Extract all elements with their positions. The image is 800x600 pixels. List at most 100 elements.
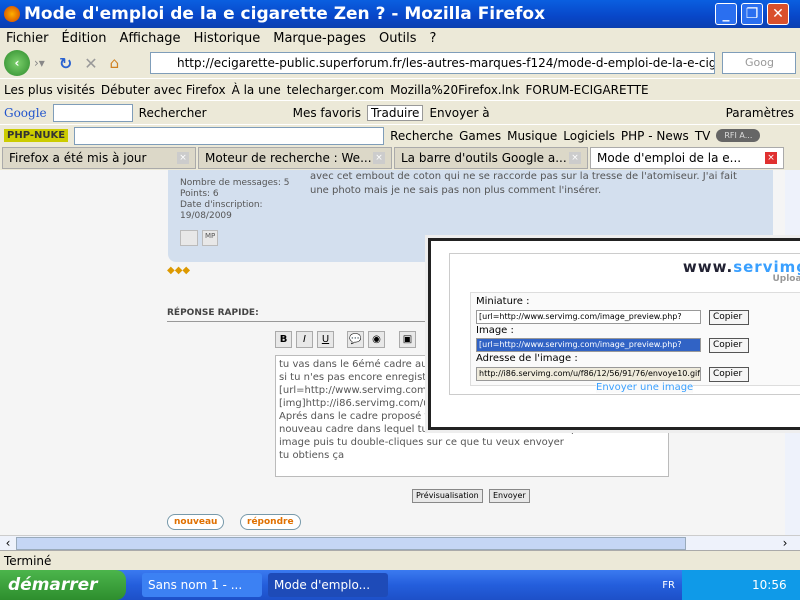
servimg-popup: www.servimg Upload Miniature : [url=http…: [428, 238, 800, 430]
taskbar: démarrer Sans nom 1 - ... Mode d'emplo..…: [0, 570, 800, 600]
phpnuke-search-input[interactable]: [74, 126, 385, 145]
scroll-thumb[interactable]: [16, 536, 686, 550]
menu-marque-pages[interactable]: Marque-pages: [273, 31, 366, 46]
quote-button[interactable]: 💬: [347, 331, 364, 348]
post-line: avec cet embout de coton qui ne se racco…: [310, 171, 737, 182]
php-musique[interactable]: Musique: [507, 129, 557, 143]
menu-edition[interactable]: Édition: [62, 31, 107, 46]
radio-player[interactable]: RFI A...: [716, 129, 761, 142]
language-indicator[interactable]: FR: [662, 580, 675, 591]
search-placeholder: Goog: [745, 56, 774, 69]
php-news[interactable]: PHP - News: [621, 129, 689, 143]
copy-image-button[interactable]: Copier: [709, 338, 749, 353]
reply-line: tu obtiens ça: [279, 450, 345, 461]
phpnuke-logo: PHP-NUKE: [4, 129, 69, 142]
bookmark-getting-started[interactable]: Débuter avec Firefox: [101, 83, 226, 97]
horizontal-scrollbar[interactable]: ‹ ›: [0, 535, 800, 550]
close-tab-icon[interactable]: ×: [177, 152, 189, 164]
system-tray: 10:56: [682, 570, 800, 600]
bookmark-news[interactable]: À la une: [232, 83, 281, 97]
status-text: Terminé: [4, 553, 52, 568]
tab-search-engine[interactable]: Moteur de recherche : We... ×: [198, 147, 392, 169]
tab-bar: Firefox a été mis à jour × Moteur de rech…: [0, 146, 800, 170]
status-bar: Terminé: [0, 550, 800, 570]
quick-reply-title: RÉPONSE RAPIDE:: [167, 308, 467, 322]
image-field[interactable]: [url=http://www.servimg.com/image_previe…: [476, 338, 701, 352]
php-games[interactable]: Games: [459, 129, 501, 143]
taskbar-item-sans-nom[interactable]: Sans nom 1 - ...: [142, 573, 262, 597]
code-button[interactable]: ◉: [368, 331, 385, 348]
stop-button[interactable]: ✕: [84, 54, 97, 73]
image-label: Image :: [476, 325, 514, 336]
menu-affichage[interactable]: Affichage: [119, 31, 180, 46]
navigation-arrows-icon[interactable]: ◆◆◆: [167, 265, 190, 276]
clock: 10:56: [752, 578, 787, 592]
preview-button[interactable]: Prévisualisation: [412, 489, 483, 503]
reply-button[interactable]: répondre: [240, 514, 301, 530]
scroll-left-icon[interactable]: ‹: [0, 536, 16, 550]
google-search-button[interactable]: Rechercher: [139, 106, 207, 120]
minimize-button[interactable]: _: [715, 3, 737, 25]
join-date-label: Date d'inscription:: [180, 200, 263, 210]
close-tab-icon[interactable]: ×: [765, 152, 777, 164]
url-bar[interactable]: http://ecigarette-public.superforum.fr/l…: [150, 52, 715, 74]
tab-google-toolbar[interactable]: La barre d'outils Google a... ×: [394, 147, 588, 169]
copy-address-button[interactable]: Copier: [709, 367, 749, 382]
forward-button[interactable]: ›▾: [34, 56, 45, 70]
underline-button[interactable]: U: [317, 331, 334, 348]
google-search-input[interactable]: [52, 103, 133, 122]
menu-outils[interactable]: Outils: [379, 31, 417, 46]
bookmark-most-visited[interactable]: Les plus visités: [4, 83, 95, 97]
copy-miniature-button[interactable]: Copier: [709, 310, 749, 325]
window-title: Mode d'emploi de la e cigarette Zen ? - …: [24, 4, 546, 24]
tab-firefox-updated[interactable]: Firefox a été mis à jour ×: [2, 147, 196, 169]
send-button[interactable]: Envoyer: [489, 489, 530, 503]
maximize-button[interactable]: ❐: [741, 3, 763, 25]
menu-fichier[interactable]: Fichier: [6, 31, 49, 46]
php-tv[interactable]: TV: [695, 129, 711, 143]
phpnuke-toolbar: PHP-NUKE Recherche Games Musique Logicie…: [0, 124, 800, 146]
miniature-field[interactable]: [url=http://www.servimg.com/image_previe…: [476, 310, 701, 324]
points: Points: 6: [180, 189, 219, 199]
php-recherche[interactable]: Recherche: [390, 129, 453, 143]
favorites-button[interactable]: Mes favoris: [293, 106, 361, 120]
send-to-button[interactable]: Envoyer à: [429, 106, 489, 120]
settings-button[interactable]: Paramètres: [726, 106, 794, 120]
close-tab-icon[interactable]: ×: [569, 152, 581, 164]
translate-button[interactable]: Traduire: [366, 104, 424, 121]
bold-button[interactable]: B: [275, 331, 292, 348]
bookmark-forum[interactable]: FORUM-ECIGARETTE: [526, 83, 649, 97]
menu-help[interactable]: ?: [430, 31, 437, 46]
close-button[interactable]: ✕: [767, 3, 789, 25]
tab-label: La barre d'outils Google a...: [401, 151, 567, 165]
start-button[interactable]: démarrer: [0, 570, 126, 600]
bookmarks-toolbar: Les plus visités Débuter avec Firefox À …: [0, 78, 800, 100]
tab-label: Firefox a été mis à jour: [9, 151, 147, 165]
php-logiciels[interactable]: Logiciels: [563, 129, 615, 143]
title-bar: Mode d'emploi de la e cigarette Zen ? - …: [0, 0, 800, 28]
address-field[interactable]: http://i86.servimg.com/u/f86/12/56/91/76…: [476, 367, 701, 381]
url-text: http://ecigarette-public.superforum.fr/l…: [177, 56, 715, 70]
back-button[interactable]: ‹: [4, 50, 30, 76]
taskbar-item-firefox[interactable]: Mode d'emplo...: [268, 573, 388, 597]
reply-line: image puis tu double-cliques sur ce que …: [279, 437, 564, 448]
search-input[interactable]: Goog: [722, 52, 796, 74]
miniature-label: Miniature :: [476, 296, 530, 307]
tab-mode-emploi[interactable]: Mode d'emploi de la e... ×: [590, 147, 784, 169]
italic-button[interactable]: I: [296, 331, 313, 348]
join-date: 19/08/2009: [180, 211, 232, 221]
bookmark-mozilla[interactable]: Mozilla%20Firefox.lnk: [390, 83, 519, 97]
image-button[interactable]: ▣: [399, 331, 416, 348]
menu-historique[interactable]: Historique: [194, 31, 261, 46]
home-button[interactable]: ⌂: [110, 54, 120, 72]
send-image-link[interactable]: Envoyer une image: [596, 382, 694, 393]
close-tab-icon[interactable]: ×: [373, 152, 385, 164]
post-text: avec cet embout de coton qui ne se racco…: [310, 170, 737, 198]
reload-button[interactable]: ↻: [59, 54, 72, 73]
profile-button[interactable]: [180, 230, 198, 246]
firefox-icon: [4, 6, 20, 22]
pm-button[interactable]: MP: [202, 230, 219, 246]
bookmark-telecharger[interactable]: telecharger.com: [287, 83, 384, 97]
new-topic-button[interactable]: nouveau: [167, 514, 225, 530]
scroll-right-icon[interactable]: ›: [770, 536, 800, 550]
